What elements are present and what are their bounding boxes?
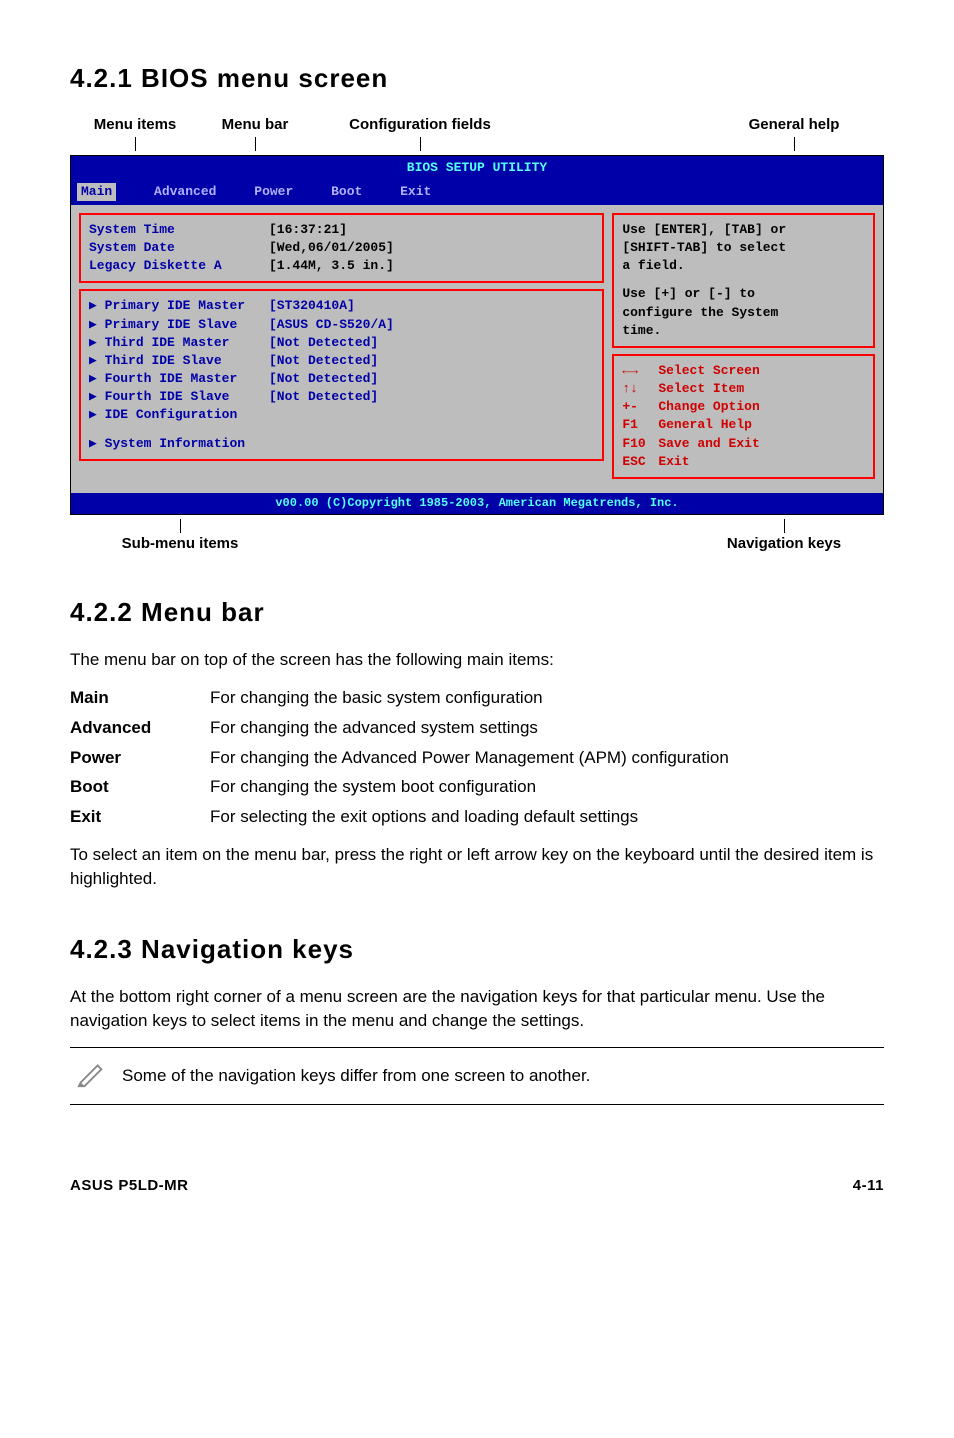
def-term-main: Main bbox=[70, 686, 210, 710]
footer-product: ASUS P5LD-MR bbox=[70, 1175, 189, 1196]
bios-legacy-diskette-label: Legacy Diskette A bbox=[89, 257, 269, 275]
pencil-icon bbox=[74, 1058, 110, 1095]
navkey-exit: Exit bbox=[658, 453, 689, 471]
top-labels-row: Menu items Menu bar Configuration fields… bbox=[70, 114, 884, 151]
def-term-boot: Boot bbox=[70, 775, 210, 799]
bios-menu-bar: Main Advanced Power Boot Exit bbox=[71, 181, 883, 205]
label-menu-items: Menu items bbox=[94, 116, 177, 133]
label-sub-menu-items: Sub-menu items bbox=[122, 535, 239, 552]
note-text: Some of the navigation keys differ from … bbox=[122, 1064, 590, 1088]
bios-footer-copyright: v00.00 (C)Copyright 1985-2003, American … bbox=[71, 493, 883, 514]
bios-system-time-label: System Time bbox=[89, 221, 269, 239]
navkey-arrows-lr-icon: ←→ bbox=[622, 362, 658, 380]
bios-title-bar: BIOS SETUP UTILITY bbox=[71, 156, 883, 180]
bios-navigation-keys-box: ←→Select Screen ↑↓Select Item +-Change O… bbox=[612, 354, 875, 479]
def-desc-boot: For changing the system boot configurati… bbox=[210, 775, 884, 799]
bios-tab-main[interactable]: Main bbox=[77, 183, 116, 201]
navkey-arrows-ud-icon: ↑↓ bbox=[622, 380, 658, 398]
footer-page-number: 4-11 bbox=[853, 1175, 884, 1196]
bios-third-ide-master[interactable]: ▶ Third IDE Master bbox=[89, 334, 269, 352]
bottom-labels-row: Sub-menu items Navigation keys bbox=[70, 519, 884, 554]
bios-help-line: Use [+] or [-] to bbox=[622, 285, 865, 303]
nav-keys-body-text: At the bottom right corner of a menu scr… bbox=[70, 985, 884, 1033]
label-navigation-keys: Navigation keys bbox=[727, 535, 841, 552]
bios-title: BIOS SETUP UTILITY bbox=[407, 160, 547, 175]
bios-tab-power[interactable]: Power bbox=[254, 183, 293, 201]
bios-system-information[interactable]: ▶ System Information bbox=[89, 435, 594, 453]
def-desc-exit: For selecting the exit options and loadi… bbox=[210, 805, 884, 829]
bios-system-time-value[interactable]: [16:37:21] bbox=[269, 221, 347, 239]
bios-help-line: a field. bbox=[622, 257, 865, 275]
bios-third-ide-slave[interactable]: ▶ Third IDE Slave bbox=[89, 352, 269, 370]
bios-primary-ide-master[interactable]: ▶ Primary IDE Master bbox=[89, 297, 269, 315]
navkey-esc: ESC bbox=[622, 453, 658, 471]
label-general-help: General help bbox=[749, 116, 840, 133]
heading-bios-menu-screen: 4.2.1 BIOS menu screen bbox=[70, 60, 884, 96]
bios-system-date-label: System Date bbox=[89, 239, 269, 257]
bios-help-line: Use [ENTER], [TAB] or bbox=[622, 221, 865, 239]
bios-fourth-ide-master[interactable]: ▶ Fourth IDE Master bbox=[89, 370, 269, 388]
bios-fourth-ide-slave[interactable]: ▶ Fourth IDE Slave bbox=[89, 388, 269, 406]
navkey-change-option: Change Option bbox=[658, 398, 759, 416]
navkey-general-help: General Help bbox=[658, 416, 752, 434]
navkey-select-screen: Select Screen bbox=[658, 362, 759, 380]
definitions-table: MainFor changing the basic system config… bbox=[70, 686, 884, 829]
bios-tab-boot[interactable]: Boot bbox=[331, 183, 362, 201]
bios-general-help-box: Use [ENTER], [TAB] or [SHIFT-TAB] to sel… bbox=[612, 213, 875, 348]
bios-legacy-diskette-value[interactable]: [1.44M, 3.5 in.] bbox=[269, 257, 394, 275]
def-term-advanced: Advanced bbox=[70, 716, 210, 740]
bios-primary-ide-slave[interactable]: ▶ Primary IDE Slave bbox=[89, 316, 269, 334]
label-config-fields: Configuration fields bbox=[349, 116, 491, 133]
heading-menu-bar: 4.2.2 Menu bar bbox=[70, 594, 884, 630]
bios-tab-advanced[interactable]: Advanced bbox=[154, 183, 216, 201]
def-term-power: Power bbox=[70, 746, 210, 770]
bios-third-ide-slave-value: [Not Detected] bbox=[269, 352, 378, 370]
bios-system-date-value[interactable]: [Wed,06/01/2005] bbox=[269, 239, 394, 257]
def-desc-main: For changing the basic system configurat… bbox=[210, 686, 884, 710]
bios-help-line: time. bbox=[622, 322, 865, 340]
bios-tab-exit[interactable]: Exit bbox=[400, 183, 431, 201]
def-desc-power: For changing the Advanced Power Manageme… bbox=[210, 746, 884, 770]
bios-screenshot: BIOS SETUP UTILITY Main Advanced Power B… bbox=[70, 155, 884, 514]
navkey-select-item: Select Item bbox=[658, 380, 744, 398]
bios-ide-configuration[interactable]: ▶ IDE Configuration bbox=[89, 406, 594, 424]
bios-primary-ide-master-value: [ST320410A] bbox=[269, 297, 355, 315]
bios-help-line: [SHIFT-TAB] to select bbox=[622, 239, 865, 257]
bios-fourth-ide-master-value: [Not Detected] bbox=[269, 370, 378, 388]
bios-fourth-ide-slave-value: [Not Detected] bbox=[269, 388, 378, 406]
label-menu-bar: Menu bar bbox=[222, 116, 289, 133]
menu-bar-outro-text: To select an item on the menu bar, press… bbox=[70, 843, 884, 891]
def-desc-advanced: For changing the advanced system setting… bbox=[210, 716, 884, 740]
navkey-save-exit: Save and Exit bbox=[658, 435, 759, 453]
bios-third-ide-master-value: [Not Detected] bbox=[269, 334, 378, 352]
page-footer: ASUS P5LD-MR 4-11 bbox=[70, 1175, 884, 1196]
bios-help-line: configure the System bbox=[622, 304, 865, 322]
bios-primary-ide-slave-value: [ASUS CD-S520/A] bbox=[269, 316, 394, 334]
bios-menu-items-box: System Time[16:37:21] System Date[Wed,06… bbox=[79, 213, 604, 284]
def-term-exit: Exit bbox=[70, 805, 210, 829]
bios-submenu-box: ▶ Primary IDE Master[ST320410A] ▶ Primar… bbox=[79, 289, 604, 461]
note-block: Some of the navigation keys differ from … bbox=[70, 1047, 884, 1106]
menu-bar-intro-text: The menu bar on top of the screen has th… bbox=[70, 648, 884, 672]
heading-navigation-keys: 4.2.3 Navigation keys bbox=[70, 931, 884, 967]
navkey-f1: F1 bbox=[622, 416, 658, 434]
navkey-f10: F10 bbox=[622, 435, 658, 453]
navkey-plus-minus-icon: +- bbox=[622, 398, 658, 416]
